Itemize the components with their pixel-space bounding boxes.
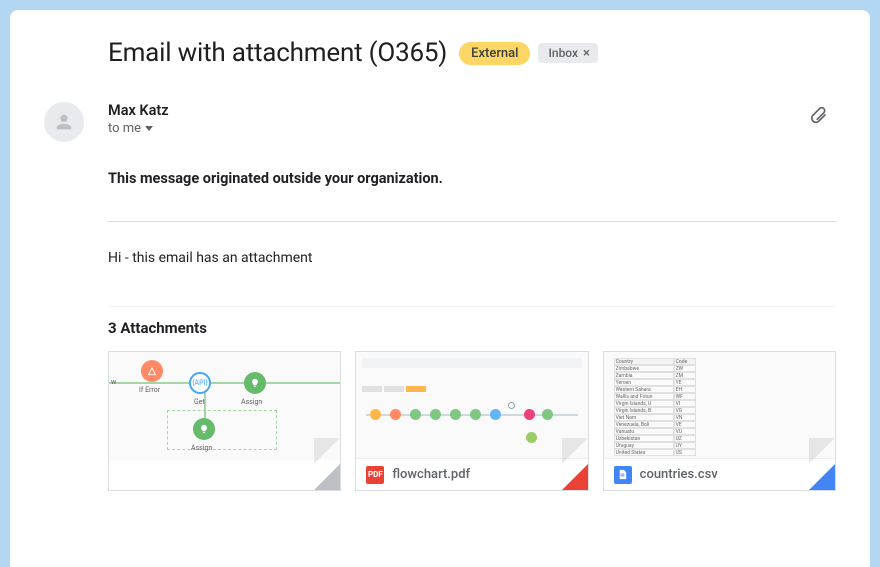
dogear-icon bbox=[809, 464, 835, 490]
message-header: Max Katz to me bbox=[44, 102, 836, 142]
dogear-icon bbox=[314, 464, 340, 490]
email-body: Hi - this email has an attachment bbox=[44, 250, 836, 266]
sender-name: Max Katz bbox=[108, 102, 836, 119]
email-card: Email with attachment (O365) External In… bbox=[10, 10, 870, 567]
pdf-icon: PDF bbox=[366, 466, 384, 484]
attachments-header: 3 Attachments bbox=[108, 306, 836, 337]
attachment-card[interactable]: {API} If Error Get Assign Assign w bbox=[108, 351, 341, 491]
email-subject: Email with attachment (O365) bbox=[108, 38, 447, 68]
attachment-preview: CountryCode ZimbabweZW ZambiaZM YemenYE … bbox=[604, 352, 835, 460]
external-warning: This message originated outside your org… bbox=[44, 170, 836, 187]
person-icon bbox=[53, 111, 75, 133]
recipient-text: to me bbox=[108, 121, 141, 136]
dogear-icon bbox=[562, 464, 588, 490]
inbox-label-text: Inbox bbox=[548, 46, 578, 60]
attachment-card[interactable]: CountryCode ZimbabweZW ZambiaZM YemenYE … bbox=[603, 351, 836, 491]
inbox-label-chip[interactable]: Inbox × bbox=[538, 43, 597, 63]
attachments-row: {API} If Error Get Assign Assign w bbox=[44, 351, 836, 491]
attachment-preview bbox=[356, 352, 587, 460]
sender-avatar[interactable] bbox=[44, 102, 84, 142]
sheet-icon bbox=[614, 466, 632, 484]
remove-label-icon[interactable]: × bbox=[583, 47, 590, 60]
attachment-footer: PDF flowchart.pdf bbox=[356, 458, 587, 490]
recipient-dropdown[interactable]: to me bbox=[108, 121, 836, 136]
divider bbox=[108, 221, 836, 222]
attachment-card[interactable]: PDF flowchart.pdf bbox=[355, 351, 588, 491]
attachment-filename: countries.csv bbox=[640, 467, 718, 482]
attachment-filename: flowchart.pdf bbox=[392, 467, 470, 482]
external-badge: External bbox=[459, 42, 530, 65]
chevron-down-icon bbox=[145, 126, 153, 131]
attachment-footer: countries.csv bbox=[604, 458, 835, 490]
attachment-indicator-icon bbox=[808, 104, 828, 128]
paperclip-icon bbox=[808, 104, 828, 124]
attachment-preview: {API} If Error Get Assign Assign w bbox=[109, 352, 340, 460]
subject-row: Email with attachment (O365) External In… bbox=[44, 38, 836, 68]
